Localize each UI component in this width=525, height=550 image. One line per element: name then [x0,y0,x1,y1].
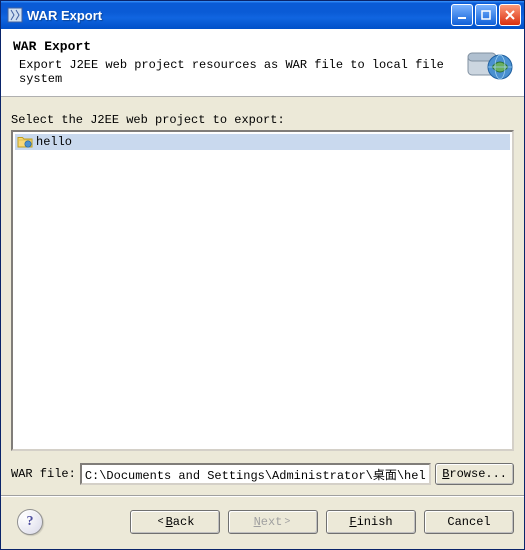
war-export-window: WAR Export WAR Export Export J2EE web pr… [0,0,525,550]
help-icon: ? [27,514,34,530]
close-button[interactable] [499,4,521,26]
page-title: WAR Export [13,39,466,54]
browse-button[interactable]: Browse... [435,463,514,485]
back-button[interactable]: < Back [130,510,220,534]
project-folder-icon [17,135,33,149]
app-icon [7,7,23,23]
war-file-input[interactable] [80,463,431,485]
war-file-label: WAR file: [11,467,76,481]
page-description: Export J2EE web project resources as WAR… [13,58,466,86]
finish-button[interactable]: Finish [326,510,416,534]
minimize-button[interactable] [451,4,473,26]
wizard-content: Select the J2EE web project to export: h… [1,97,524,495]
next-button: Next > [228,510,318,534]
war-file-row: WAR file: Browse... [11,463,514,485]
wizard-footer: ? < Back Next > Finish Cancel [1,497,524,549]
wizard-header: WAR Export Export J2EE web project resou… [1,29,524,97]
chevron-left-icon: < [158,517,164,528]
titlebar: WAR Export [1,1,524,29]
project-listbox[interactable]: hello [11,130,514,451]
help-button[interactable]: ? [17,509,43,535]
list-item[interactable]: hello [15,134,510,150]
export-war-icon [466,41,514,85]
maximize-button[interactable] [475,4,497,26]
project-name: hello [36,135,72,149]
project-select-label: Select the J2EE web project to export: [11,113,514,127]
cancel-button[interactable]: Cancel [424,510,514,534]
chevron-right-icon: > [284,517,290,528]
window-title: WAR Export [27,8,451,23]
